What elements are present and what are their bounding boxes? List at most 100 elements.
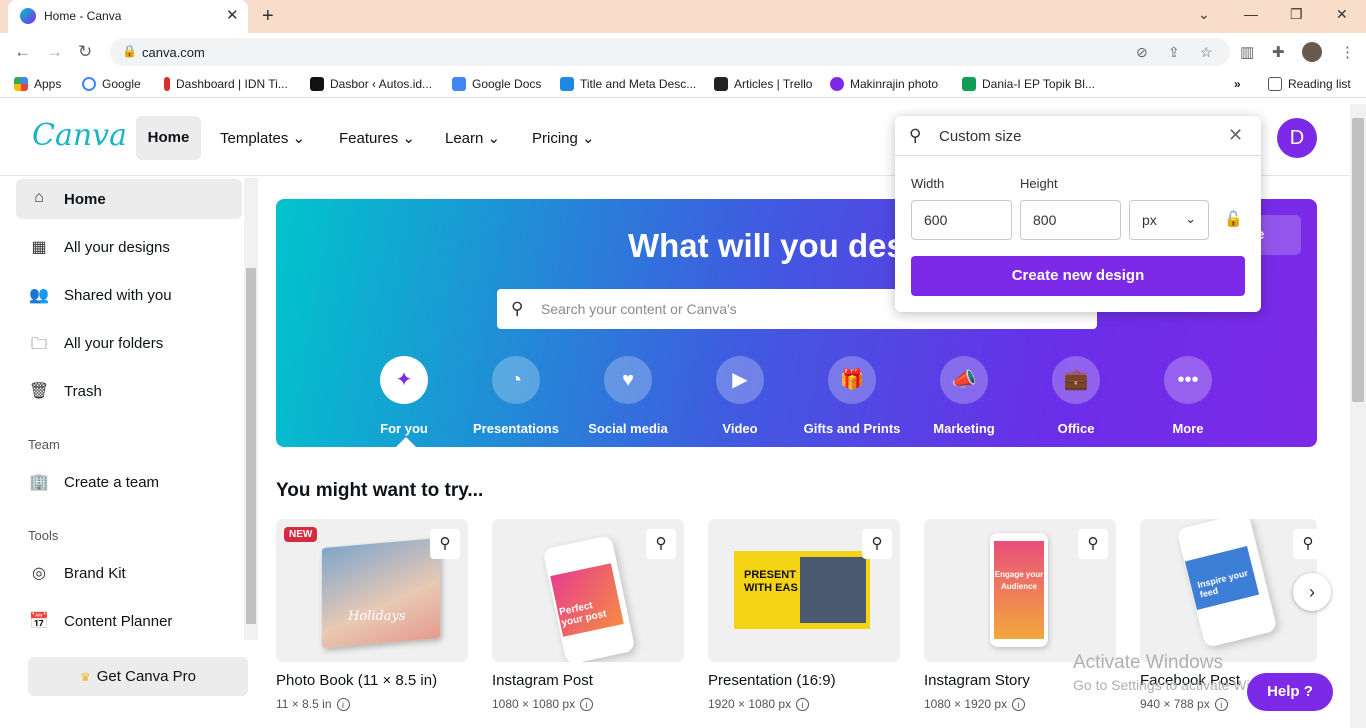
category-more[interactable]: ••• More bbox=[1128, 356, 1248, 436]
category-label: Gifts and Prints bbox=[803, 421, 901, 436]
bookmark-title-meta[interactable]: Title and Meta Desc... bbox=[560, 77, 696, 91]
page-scrollbar-thumb[interactable] bbox=[1352, 118, 1364, 402]
bookmark-label: Dasbor ‹ Autos.id... bbox=[330, 77, 433, 91]
category-marketing[interactable]: 📣 Marketing bbox=[904, 356, 1024, 436]
category-office[interactable]: 💼 Office bbox=[1016, 356, 1136, 436]
help-button[interactable]: Help ? bbox=[1247, 673, 1333, 711]
custom-size-query[interactable]: Custom size bbox=[939, 128, 1022, 145]
card-thumbnail[interactable]: Perfect your post ⚲ bbox=[492, 519, 684, 662]
bookmark-label: Apps bbox=[34, 77, 62, 91]
info-icon[interactable]: i bbox=[1012, 698, 1026, 711]
sidebar-item-brand-kit[interactable]: ◎ Brand Kit bbox=[16, 553, 242, 593]
nav-label: Features bbox=[339, 130, 399, 147]
sidebar-item-shared[interactable]: 👥 Shared with you bbox=[16, 275, 242, 315]
card-thumbnail[interactable]: PRESENT WITH EAS ⚲ bbox=[708, 519, 900, 662]
forward-icon[interactable]: → bbox=[46, 42, 63, 62]
sidebar-item-home[interactable]: ⌂ Home bbox=[16, 179, 242, 219]
info-icon[interactable]: i bbox=[580, 698, 594, 711]
aspect-lock-icon[interactable]: 🔓 bbox=[1224, 210, 1243, 228]
height-field[interactable]: 800 bbox=[1020, 200, 1121, 240]
sidebar-item-all-designs[interactable]: ▦ All your designs bbox=[16, 227, 242, 267]
card-thumbnail[interactable]: Holidays NEW ⚲ bbox=[276, 519, 468, 662]
new-tab-icon[interactable]: + bbox=[262, 5, 274, 28]
search-icon[interactable]: ⚲ bbox=[862, 529, 892, 559]
restore-icon[interactable]: ❐ bbox=[1290, 6, 1303, 23]
info-icon[interactable]: i bbox=[796, 698, 810, 711]
sidebar-item-trash[interactable]: 🗑 Trash bbox=[16, 371, 242, 411]
incognito-blocked-icon[interactable]: ⊘ bbox=[1136, 44, 1148, 61]
template-card[interactable]: Holidays NEW ⚲ Photo Book (11 × 8.5 in) … bbox=[276, 519, 468, 711]
width-field[interactable]: 600 bbox=[911, 200, 1012, 240]
clear-search-icon[interactable]: ✕ bbox=[1228, 125, 1243, 146]
browser-menu-icon[interactable]: ⋮ bbox=[1340, 43, 1355, 61]
category-social-media[interactable]: ♥ Social media bbox=[568, 356, 688, 436]
nav-pricing[interactable]: Pricing ⌄ bbox=[532, 129, 595, 147]
get-canva-pro-button[interactable]: ♛ Get Canva Pro bbox=[28, 657, 248, 696]
custom-size-search[interactable]: ⚲ Custom size ✕ bbox=[895, 116, 1261, 156]
category-gifts-prints[interactable]: 🎁 Gifts and Prints bbox=[792, 356, 912, 436]
category-label: Video bbox=[722, 421, 758, 436]
carousel-next-icon[interactable]: › bbox=[1293, 573, 1331, 611]
sidebar-item-create-team[interactable]: 🏢 Create a team bbox=[16, 462, 242, 502]
back-icon[interactable]: ← bbox=[14, 42, 31, 62]
bookmarks-overflow-icon[interactable]: » bbox=[1234, 77, 1241, 91]
sidebar-item-content-planner[interactable]: 📅 Content Planner bbox=[16, 601, 242, 641]
sidebar-scrollbar-thumb[interactable] bbox=[246, 268, 256, 624]
bookmark-makinrajin[interactable]: Makinrajin photo bbox=[830, 77, 938, 91]
nav-features[interactable]: Features ⌄ bbox=[339, 129, 415, 147]
search-icon[interactable]: ⚲ bbox=[1078, 529, 1108, 559]
card-thumbnail[interactable]: Inspire your feed ⚲ bbox=[1140, 519, 1317, 662]
unit-select[interactable]: px ⌄ bbox=[1129, 200, 1209, 240]
tab-close-icon[interactable]: ✕ bbox=[226, 6, 239, 24]
search-icon[interactable]: ⚲ bbox=[1293, 529, 1317, 559]
info-icon[interactable]: i bbox=[336, 698, 350, 711]
nav-learn[interactable]: Learn ⌄ bbox=[445, 129, 500, 147]
photo-book-image bbox=[322, 537, 440, 649]
profile-avatar[interactable] bbox=[1302, 42, 1322, 62]
share-icon[interactable]: ⇪ bbox=[1168, 44, 1180, 61]
reading-list-icon bbox=[1268, 77, 1282, 91]
sidebar-item-label: Create a team bbox=[64, 474, 160, 491]
tab-search-chevron-icon[interactable]: ⌄ bbox=[1198, 6, 1210, 23]
template-card[interactable]: Perfect your post ⚲ Instagram Post 1080 … bbox=[492, 519, 684, 711]
create-new-design-button[interactable]: Create new design bbox=[911, 256, 1245, 296]
bookmark-trello[interactable]: Articles | Trello bbox=[714, 77, 812, 91]
height-label: Height bbox=[1020, 176, 1058, 191]
bookmark-dania[interactable]: Dania-I EP Topik Bl... bbox=[962, 77, 1095, 91]
extensions-puzzle-icon[interactable]: ✚ bbox=[1272, 43, 1285, 61]
omnibox[interactable]: 🔒 canva.com ⊘ ⇪ ☆ bbox=[110, 38, 1230, 66]
info-icon[interactable]: i bbox=[1214, 698, 1228, 711]
window-close-icon[interactable]: ✕ bbox=[1336, 6, 1348, 23]
browser-tab[interactable]: Home - Canva ✕ bbox=[8, 0, 248, 33]
google-icon bbox=[82, 77, 96, 91]
nav-home[interactable]: Home bbox=[136, 116, 201, 160]
thumb-text: Engage your Audience bbox=[994, 570, 1044, 591]
template-card[interactable]: PRESENT WITH EAS ⚲ Presentation (16:9) 1… bbox=[708, 519, 900, 711]
category-for-you[interactable]: ✦ For you bbox=[344, 356, 464, 436]
reload-icon[interactable]: ↻ bbox=[78, 42, 92, 62]
category-video[interactable]: ▶ Video bbox=[680, 356, 800, 436]
minimize-icon[interactable]: — bbox=[1244, 6, 1258, 22]
bookmark-star-icon[interactable]: ☆ bbox=[1200, 44, 1213, 61]
search-icon[interactable]: ⚲ bbox=[646, 529, 676, 559]
bookmark-dashboard-idn[interactable]: Dashboard | IDN Ti... bbox=[164, 77, 288, 91]
crown-icon: ♛ bbox=[80, 670, 91, 684]
try-section-title: You might want to try... bbox=[276, 480, 484, 501]
category-presentations[interactable]: ◔ Presentations bbox=[456, 356, 576, 436]
briefcase-icon: 💼 bbox=[1052, 356, 1100, 404]
autos-icon bbox=[310, 77, 324, 91]
extension-map-icon[interactable]: ▥ bbox=[1240, 43, 1254, 61]
sidebar-item-folders[interactable]: 🗀 All your folders bbox=[16, 323, 242, 363]
reading-list-button[interactable]: Reading list bbox=[1268, 77, 1351, 91]
bookmark-label: Dania-I EP Topik Bl... bbox=[982, 77, 1095, 91]
card-thumbnail[interactable]: Engage your Audience ⚲ bbox=[924, 519, 1116, 662]
bookmark-google-docs[interactable]: Google Docs bbox=[452, 77, 541, 91]
bookmark-google[interactable]: Google bbox=[82, 77, 141, 91]
user-avatar[interactable]: D bbox=[1277, 118, 1317, 158]
docs-icon bbox=[452, 77, 466, 91]
bookmark-dasbor-autos[interactable]: Dasbor ‹ Autos.id... bbox=[310, 77, 432, 91]
nav-templates[interactable]: Templates ⌄ bbox=[220, 129, 305, 147]
search-icon[interactable]: ⚲ bbox=[430, 529, 460, 559]
canva-logo[interactable]: Canva bbox=[32, 118, 127, 153]
bookmark-apps[interactable]: Apps bbox=[14, 77, 61, 91]
